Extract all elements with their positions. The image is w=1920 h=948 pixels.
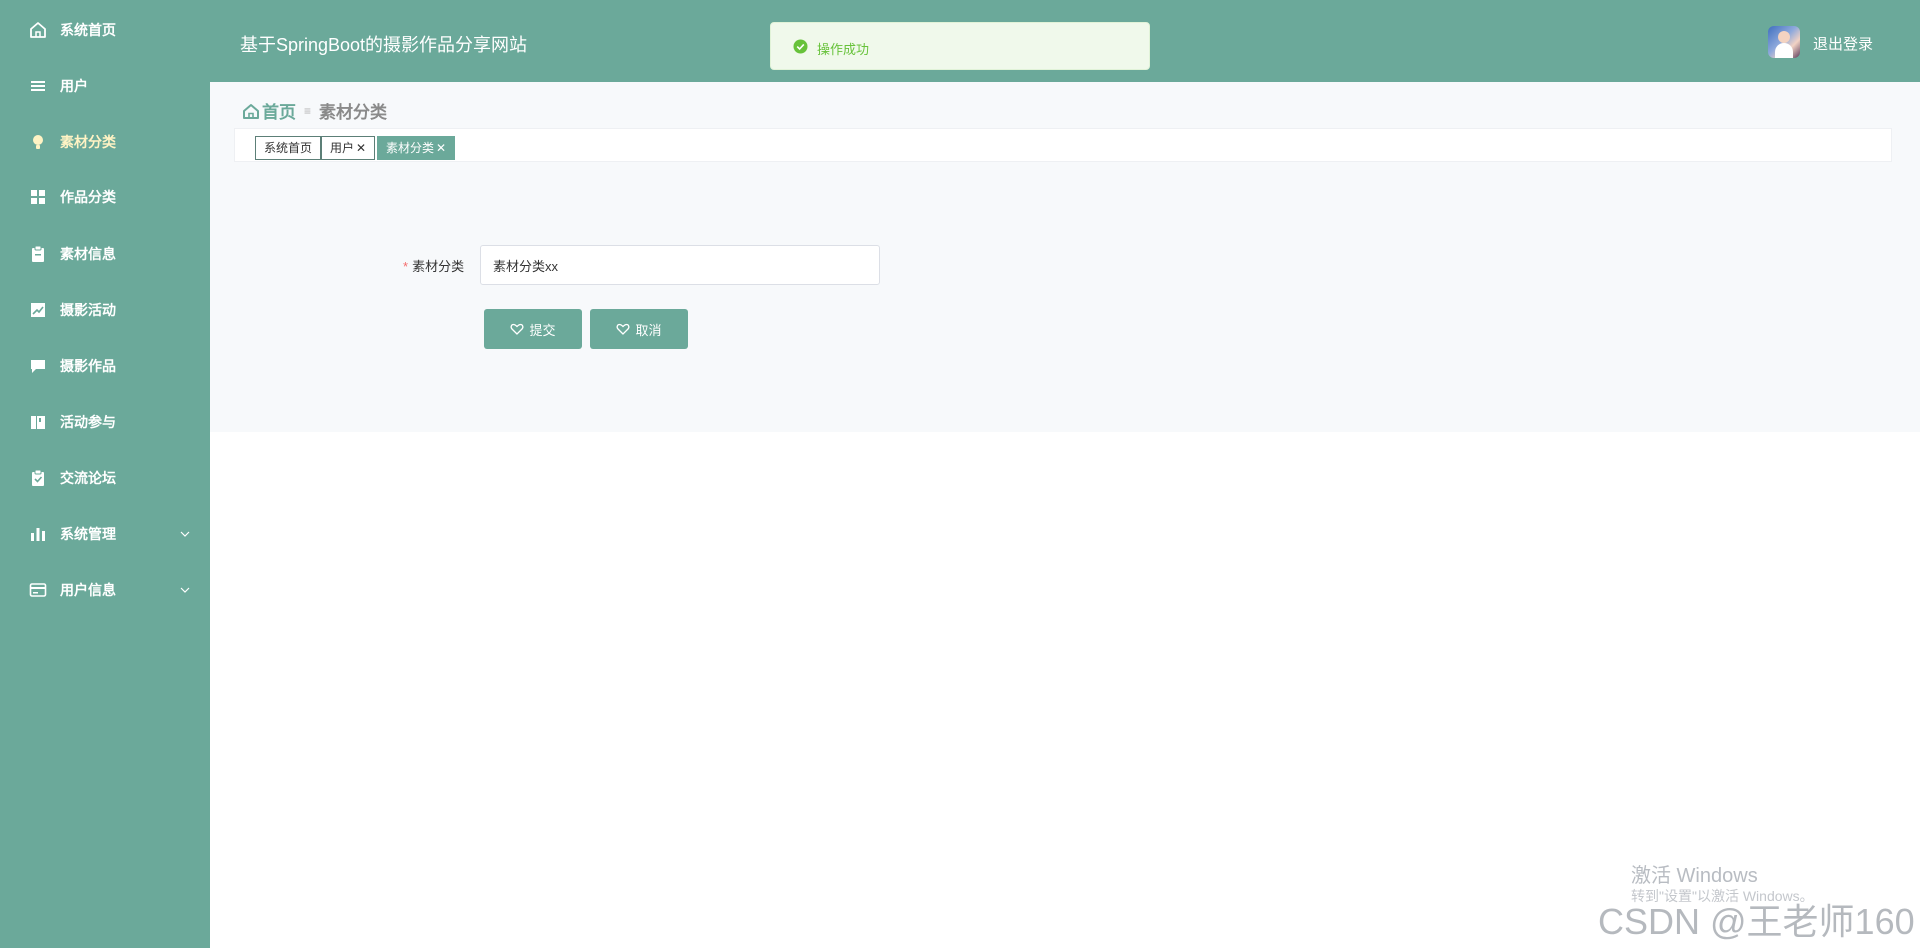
close-icon[interactable]: ✕ — [356, 141, 366, 155]
home-icon — [29, 21, 47, 39]
breadcrumb: 首页 ≡ 素材分类 — [242, 98, 387, 123]
main-content: 首页 ≡ 素材分类 系统首页 用户 ✕ 素材分类 ✕ — [210, 82, 1920, 432]
check-circle-icon — [793, 39, 808, 54]
sidebar-item-photo-works[interactable]: 摄影作品 — [0, 346, 210, 386]
toast-message: 操作成功 — [817, 42, 870, 57]
breadcrumb-home[interactable]: 首页 — [262, 98, 296, 123]
sidebar-item-label: 摄影活动 — [60, 302, 116, 318]
material-category-label: * 素材分类 — [403, 256, 464, 275]
sidebar-item-home[interactable]: 系统首页 — [0, 10, 210, 50]
card-icon — [29, 581, 47, 599]
sidebar-item-label: 摄影作品 — [60, 358, 116, 374]
sidebar-item-label: 用户信息 — [60, 582, 116, 598]
bar-chart-icon — [29, 525, 47, 543]
sidebar-item-users[interactable]: 用户 — [0, 66, 210, 106]
close-icon[interactable]: ✕ — [436, 141, 446, 155]
tag-label: 系统首页 — [264, 141, 313, 155]
chart-icon — [29, 301, 47, 319]
sidebar-item-label: 素材分类 — [60, 134, 116, 150]
cancel-button[interactable]: 取消 — [590, 309, 688, 349]
sidebar-item-forum[interactable]: 交流论坛 — [0, 458, 210, 498]
chevron-down-icon — [178, 583, 192, 597]
tag-label: 素材分类 — [386, 141, 435, 155]
heart-icon — [616, 322, 630, 336]
sidebar-item-label: 活动参与 — [60, 414, 116, 430]
sidebar-item-material-info[interactable]: 素材信息 — [0, 234, 210, 274]
sidebar-item-photo-activity[interactable]: 摄影活动 — [0, 290, 210, 330]
sidebar-item-label: 系统管理 — [60, 526, 116, 542]
message-icon — [29, 357, 47, 375]
sidebar-item-work-category[interactable]: 作品分类 — [0, 177, 210, 217]
sidebar-item-label: 作品分类 — [60, 189, 116, 205]
chevron-down-icon — [178, 527, 192, 541]
field-label-text: 素材分类 — [412, 259, 465, 274]
sidebar-item-label: 素材信息 — [60, 246, 116, 262]
breadcrumb-separator: ≡ — [304, 103, 312, 118]
tag-home[interactable]: 系统首页 — [255, 136, 322, 160]
cancel-label: 取消 — [635, 322, 662, 338]
sidebar-item-system-management[interactable]: 系统管理 — [0, 514, 210, 554]
site-title: 基于SpringBoot的摄影作品分享网站 — [240, 35, 528, 55]
book-icon — [29, 413, 47, 431]
success-toast: 操作成功 — [770, 22, 1150, 70]
grid-icon — [29, 188, 47, 206]
home-icon[interactable] — [242, 102, 260, 120]
required-mark: * — [403, 259, 409, 274]
clipboard-check-icon — [29, 469, 47, 487]
sidebar: 系统首页 用户 素材分类 作品分类 素材信息 摄影活动 摄影作品 活动参与 交流… — [0, 0, 210, 948]
breadcrumb-current: 素材分类 — [319, 103, 388, 122]
submit-button[interactable]: 提交 — [484, 309, 582, 349]
tag-label: 用户 — [330, 141, 355, 155]
logout-button[interactable]: 退出登录 — [1813, 33, 1873, 54]
windows-activation-title: 激活 Windows — [1631, 865, 1758, 887]
submit-label: 提交 — [529, 322, 556, 338]
sidebar-item-user-info[interactable]: 用户信息 — [0, 570, 210, 610]
bulb-icon — [29, 133, 47, 151]
csdn-watermark: CSDN @王老师160 — [1598, 901, 1915, 942]
sidebar-item-label: 系统首页 — [60, 22, 116, 38]
tag-material-category[interactable]: 素材分类 ✕ — [377, 136, 456, 160]
clipboard-icon — [29, 245, 47, 263]
tag-users[interactable]: 用户 ✕ — [321, 136, 376, 160]
sidebar-item-activity-participation[interactable]: 活动参与 — [0, 402, 210, 442]
list-icon — [29, 77, 47, 95]
tags-bar: 系统首页 用户 ✕ 素材分类 ✕ — [234, 128, 1892, 162]
material-category-input[interactable] — [480, 245, 880, 285]
sidebar-item-material-category[interactable]: 素材分类 — [0, 122, 210, 162]
heart-icon — [510, 322, 524, 336]
sidebar-item-label: 用户 — [60, 78, 88, 94]
sidebar-item-label: 交流论坛 — [60, 470, 116, 486]
avatar[interactable] — [1768, 26, 1800, 58]
